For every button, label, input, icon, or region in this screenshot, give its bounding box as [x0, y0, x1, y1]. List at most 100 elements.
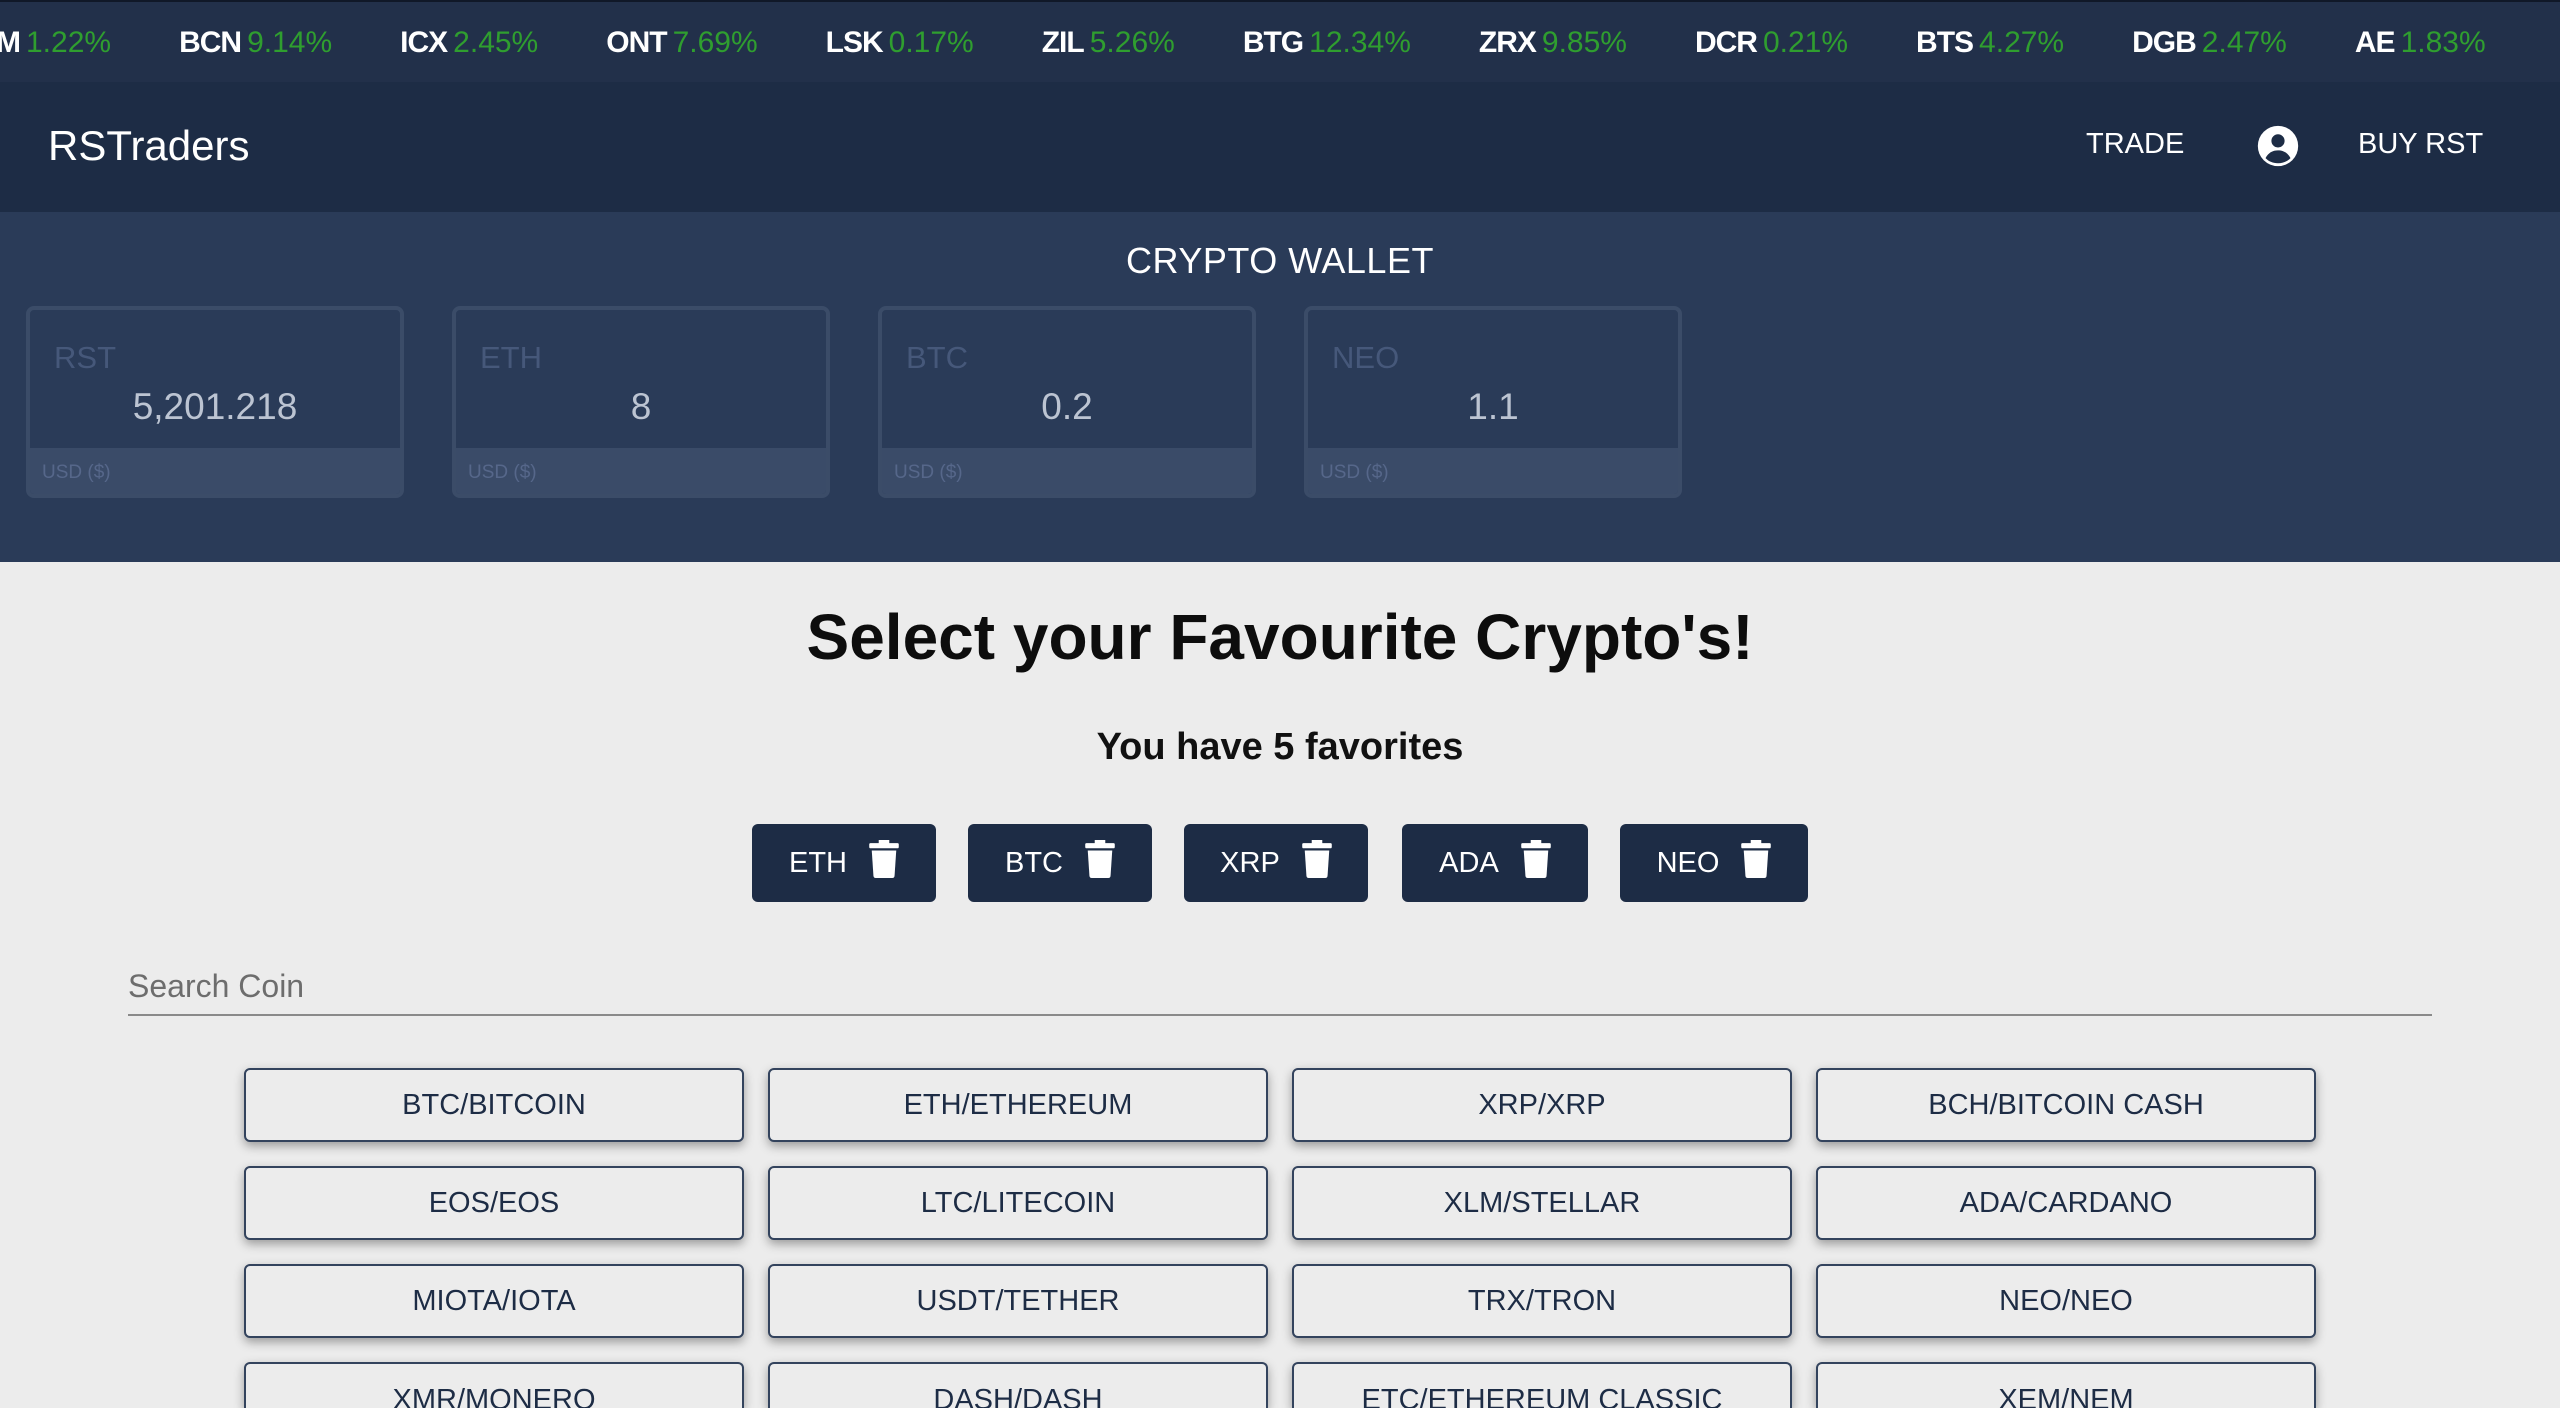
nav-buy-rst-link[interactable]: BUY RST [2358, 128, 2483, 161]
ticker-symbol: BTS [1916, 26, 1974, 59]
coin-button[interactable]: BCH/BITCOIN CASH [1816, 1068, 2316, 1142]
wallet-card-currency: USD ($) [1320, 462, 1389, 483]
ticker-item: M1.22% [0, 26, 111, 60]
ticker-change: 2.47% [2201, 26, 2287, 59]
coin-button[interactable]: XMR/MONERO [244, 1362, 744, 1408]
ticker-symbol: ZRX [1478, 26, 1537, 59]
trash-icon[interactable] [869, 840, 899, 886]
coin-button[interactable]: MIOTA/IOTA [244, 1264, 744, 1338]
ticker-track: M1.22% BCN9.14% ICX2.45% ONT7.69% LSK0.1… [0, 2, 2554, 82]
ticker-symbol: ZIL [1041, 26, 1085, 59]
wallet-card-footer: USD ($) [1308, 448, 1678, 494]
wallet-card-footer: USD ($) [882, 448, 1252, 494]
favorite-chip-label: XRP [1220, 846, 1280, 879]
ticker-change: 0.21% [1762, 26, 1849, 59]
favorite-chip-label: NEO [1656, 846, 1720, 879]
account-circle-icon[interactable] [2256, 124, 2300, 168]
brand-logo[interactable]: RSTraders [48, 122, 250, 170]
ticker-item: ICX 2.45% [400, 26, 538, 60]
wallet-card-value: 1.1 [1467, 386, 1519, 427]
ticker-symbol: ONT [606, 26, 667, 59]
ticker-item: BTS 4.27% [1916, 26, 2064, 60]
nav-trade-link[interactable]: TRADE [2086, 128, 2184, 161]
ticker-change: 12.34% [1309, 26, 1411, 59]
wallet-card-btc[interactable]: BTC 0.2 USD ($) [878, 306, 1256, 498]
ticker-item: BCN 9.14% [179, 26, 332, 60]
coin-button[interactable]: TRX/TRON [1292, 1264, 1792, 1338]
ticker-item: DGB 2.47% [2132, 26, 2287, 60]
search-field [128, 958, 2432, 1016]
ticker-item: ZIL 5.26% [1042, 26, 1175, 60]
ticker-item: ONT 7.69% [606, 26, 757, 60]
wallet-card-name: NEO [1332, 340, 1400, 375]
ticker-symbol: AE [2354, 26, 2396, 59]
favorite-chip-xrp[interactable]: XRP [1184, 824, 1368, 902]
favorites-count: You have 5 favorites [1096, 726, 1464, 768]
ticker-symbol: BTG [1242, 26, 1304, 59]
ticker-symbol: ICX [400, 26, 448, 59]
ticker-item: LSK 0.17% [826, 26, 974, 60]
coin-button[interactable]: XRP/XRP [1292, 1068, 1792, 1142]
trash-icon[interactable] [1521, 840, 1551, 886]
page-title: Select your Favourite Crypto's! [806, 601, 1754, 673]
ticker-symbol: DGB [2132, 26, 2197, 59]
coin-button[interactable]: ETH/ETHEREUM [768, 1068, 1268, 1142]
crypto-wallet-section: CRYPTO WALLET RST 5,201.218 USD ($) ETH … [0, 212, 2560, 562]
favorite-chip-btc[interactable]: BTC [968, 824, 1152, 902]
wallet-card-currency: USD ($) [468, 462, 537, 483]
favorite-chip-eth[interactable]: ETH [752, 824, 936, 902]
favorite-chip-label: ETH [789, 846, 847, 879]
wallet-card-rst[interactable]: RST 5,201.218 USD ($) [26, 306, 404, 498]
ticker-change: 9.14% [247, 26, 333, 59]
ticker-change: 1.83% [2400, 26, 2486, 59]
ticker-change: 1.22% [26, 26, 112, 59]
wallet-card-name: ETH [480, 340, 542, 375]
ticker-item: BTG 12.34% [1243, 26, 1411, 60]
price-ticker: M1.22% BCN9.14% ICX2.45% ONT7.69% LSK0.1… [0, 0, 2560, 82]
coin-button[interactable]: XEM/NEM [1816, 1362, 2316, 1408]
favorite-chip-label: BTC [1005, 846, 1063, 879]
ticker-item: ZRX 9.85% [1479, 26, 1627, 60]
ticker-change: 9.85% [1541, 26, 1627, 59]
wallet-card-name: RST [54, 340, 116, 375]
coin-button[interactable]: ADA/CARDANO [1816, 1166, 2316, 1240]
favorite-chip-ada[interactable]: ADA [1402, 824, 1588, 902]
coin-button[interactable]: NEO/NEO [1816, 1264, 2316, 1338]
coin-button[interactable]: DASH/DASH [768, 1362, 1268, 1408]
ticker-change: 2.45% [453, 26, 539, 59]
wallet-card-currency: USD ($) [894, 462, 963, 483]
coin-button[interactable]: EOS/EOS [244, 1166, 744, 1240]
wallet-card-value: 0.2 [1041, 386, 1093, 427]
coin-button[interactable]: LTC/LITECOIN [768, 1166, 1268, 1240]
favorite-chip-neo[interactable]: NEO [1620, 824, 1808, 902]
wallet-card-currency: USD ($) [42, 462, 111, 483]
coin-button[interactable]: BTC/BITCOIN [244, 1068, 744, 1142]
ticker-change: 4.27% [1979, 26, 2065, 59]
wallet-card-value: 8 [630, 386, 652, 427]
trash-icon[interactable] [1741, 840, 1772, 886]
wallet-card-value: 5,201.218 [132, 386, 298, 427]
ticker-change: 7.69% [672, 26, 758, 59]
coin-button[interactable]: USDT/TETHER [768, 1264, 1268, 1338]
ticker-item: DCR 0.21% [1695, 26, 1848, 60]
ticker-symbol: LSK [825, 26, 884, 59]
coin-button[interactable]: XLM/STELLAR [1292, 1166, 1792, 1240]
favorite-chip-label: ADA [1439, 846, 1499, 879]
wallet-card-footer: USD ($) [456, 448, 826, 494]
ticker-item: AE 1.83% [2355, 26, 2486, 60]
wallet-card-neo[interactable]: NEO 1.1 USD ($) [1304, 306, 1682, 498]
wallet-card-footer: USD ($) [30, 448, 400, 494]
wallet-title: CRYPTO WALLET [1126, 240, 1434, 281]
ticker-symbol: DCR [1694, 26, 1758, 59]
trash-icon[interactable] [1302, 840, 1332, 886]
wallet-card-eth[interactable]: ETH 8 USD ($) [452, 306, 830, 498]
search-input[interactable] [128, 958, 2432, 1014]
top-navbar: RSTraders TRADE BUY RST [0, 82, 2560, 212]
ticker-symbol: M [0, 26, 21, 60]
ticker-change: 0.17% [888, 26, 974, 59]
ticker-change: 5.26% [1089, 26, 1175, 59]
trash-icon[interactable] [1085, 840, 1115, 886]
wallet-card-name: BTC [906, 340, 968, 375]
ticker-symbol: BCN [179, 26, 242, 59]
coin-button[interactable]: ETC/ETHEREUM CLASSIC [1292, 1362, 1792, 1408]
